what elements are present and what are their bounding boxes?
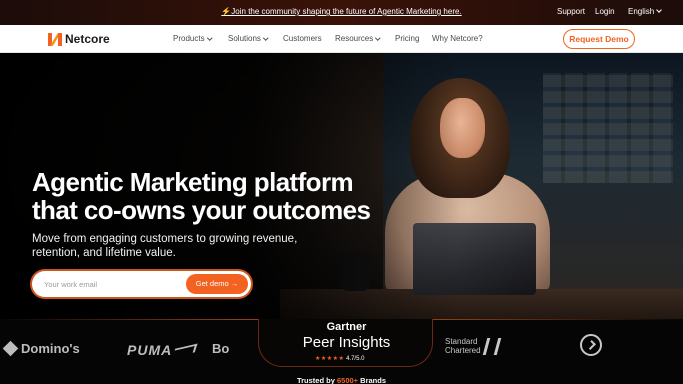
gartner-wordmark: Gartner [326,321,367,333]
standard-chartered-logo: Standard Chartered [445,337,502,355]
hero-subtitle: Move from engaging customers to growing … [32,233,298,259]
nav-item-label: Resources [335,34,374,43]
trusted-by-text: Trusted by 6500+ Brands [0,376,683,384]
netcore-logo-icon [48,32,62,46]
sc-line-2: Chartered [445,346,481,355]
demo-signup-form: Get demo → [32,271,251,297]
login-link[interactable]: Login [595,7,615,16]
language-selector[interactable]: English [628,7,663,16]
dominos-wordmark: Domino's [21,341,80,356]
hero-title: Agentic Marketing platform that co-owns … [32,167,371,225]
nav-item-label: Products [173,34,205,43]
rating: ★★★★★ 4.7/5.0 [315,355,364,362]
netcore-logo[interactable]: Netcore [48,32,110,46]
peer-insights-wordmark: Peer Insights [302,334,391,351]
trusted-count: 6500+ [337,376,359,384]
skoda-logo-icon [580,334,602,356]
nav-item-products[interactable]: Products [173,34,212,43]
chevron-down-icon [656,7,663,13]
nav-item-pricing[interactable]: Pricing [395,34,419,43]
standard-chartered-icon [482,338,502,355]
hero-section: Agentic Marketing platform that co-owns … [0,53,683,323]
chevron-down-icon [375,34,381,40]
nav-item-why-netcore[interactable]: Why Netcore? [432,34,483,43]
puma-wordmark: PUMA [127,342,173,358]
dominos-logo: Domino's [2,340,80,357]
puma-logo: PUMA [127,342,198,358]
rating-stars-icon: ★★★★★ [315,356,345,362]
request-demo-button[interactable]: Request Demo [563,29,635,49]
dominos-tile-icon [2,340,19,357]
trusted-suffix: Brands [360,376,387,384]
main-navigation: Netcore Products Solutions Customers Res… [0,25,683,53]
language-label: English [628,7,655,16]
nav-item-label: Solutions [228,34,261,43]
nav-item-resources[interactable]: Resources [335,34,381,43]
nav-item-solutions[interactable]: Solutions [228,34,269,43]
chevron-down-icon [263,34,269,40]
bo-logo: Bo [212,341,230,356]
gartner-peer-insights-badge: Gartner Peer Insights ★★★★★ 4.7/5.0 [258,319,433,367]
logo-text: Netcore [65,32,110,46]
nav-item-customers[interactable]: Customers [283,34,322,43]
chevron-down-icon [206,34,212,40]
rating-value: 4.7/5.0 [346,356,365,362]
puma-cat-icon [172,343,198,358]
skoda-arrow-icon [586,340,596,350]
get-demo-button[interactable]: Get demo → [186,274,248,294]
trusted-prefix: Trusted by [296,376,335,384]
work-email-input[interactable] [44,277,184,291]
announcement-bar: ⚡Join the community shaping the future o… [0,0,683,25]
sc-line-1: Standard [445,337,478,346]
office-window-lights [543,73,673,183]
customer-logo-strip: Domino's PUMA Bo Gartner Peer Insights ★… [0,319,683,384]
support-link[interactable]: Support [557,7,585,16]
